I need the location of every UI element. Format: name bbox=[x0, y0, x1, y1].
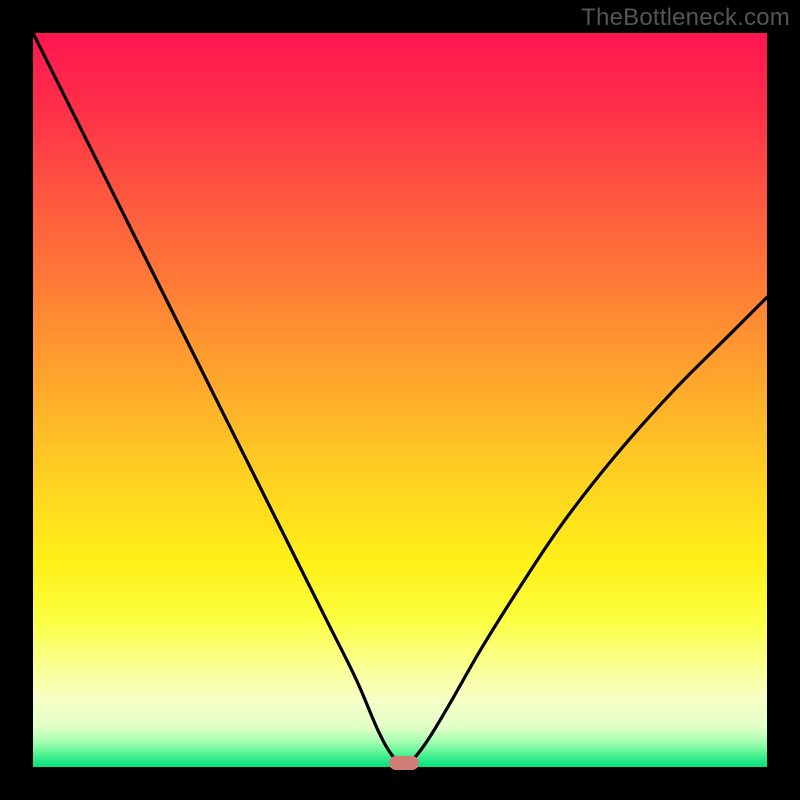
chart-svg bbox=[33, 33, 767, 767]
optimal-point-marker bbox=[389, 756, 419, 770]
plot-area bbox=[33, 33, 767, 767]
chart-frame: TheBottleneck.com bbox=[0, 0, 800, 800]
watermark-text: TheBottleneck.com bbox=[581, 4, 790, 32]
gradient-background bbox=[33, 33, 767, 767]
